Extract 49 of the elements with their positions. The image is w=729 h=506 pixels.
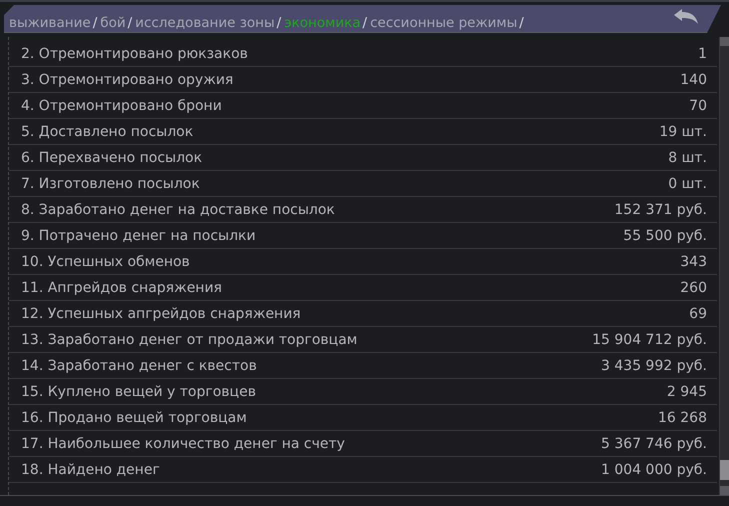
scrollbar[interactable]	[719, 37, 729, 495]
back-arrow-icon[interactable]	[673, 8, 699, 26]
stat-value: 5 367 746 руб.	[601, 436, 707, 452]
stat-value: 1 004 000 руб.	[601, 462, 707, 478]
stat-value: 70	[689, 98, 707, 114]
stat-value: 16 268	[658, 410, 707, 426]
stat-label: 12. Успешных апгрейдов снаряжения	[21, 306, 301, 322]
stat-label: 14. Заработано денег с квестов	[21, 358, 257, 374]
stat-label: 11. Апгрейдов снаряжения	[21, 280, 222, 296]
stat-value: 152 371 руб.	[614, 202, 707, 218]
breadcrumb-link[interactable]: экономика	[284, 15, 361, 31]
stat-label: 16. Продано вещей торговцам	[21, 410, 247, 426]
stat-value: 19 шт.	[659, 124, 707, 140]
scroll-up-icon[interactable]	[720, 37, 729, 46]
stat-label: 17. Наибольшее количество денег на счету	[21, 436, 345, 452]
breadcrumb-link[interactable]: сессионные режимы	[370, 15, 518, 31]
stat-value: 8 шт.	[668, 150, 707, 166]
scroll-down-icon[interactable]	[720, 486, 729, 495]
breadcrumb-separator: /	[519, 15, 524, 31]
stat-label: 18. Найдено денег	[21, 462, 160, 478]
stat-value: 260	[680, 280, 707, 296]
breadcrumb-separator: /	[92, 15, 98, 31]
breadcrumb-link[interactable]: бой	[100, 15, 126, 31]
breadcrumb-separator: /	[128, 15, 132, 31]
stat-label: 10. Успешных обменов	[21, 254, 190, 270]
stat-label: 6. Перехвачено посылок	[21, 150, 202, 166]
stat-label: 8. Заработано денег на доставке посылок	[21, 202, 335, 218]
stat-label: 7. Изготовлено посылок	[21, 176, 200, 192]
breadcrumb-separator: /	[276, 15, 282, 31]
stat-value: 3 435 992 руб.	[601, 358, 707, 374]
stat-value: 140	[680, 72, 707, 88]
scroll-thumb[interactable]	[720, 460, 729, 480]
breadcrumb-link[interactable]: выживание	[9, 15, 91, 31]
stat-label: 3. Отремонтировано оружия	[21, 72, 234, 88]
stat-value: 69	[689, 306, 707, 322]
stat-value: 2 945	[666, 384, 707, 400]
stat-value: 55 500 руб.	[623, 228, 707, 244]
stat-value: 1	[698, 46, 707, 62]
stat-label: 2. Отремонтировано рюкзаков	[21, 46, 248, 62]
breadcrumb-link[interactable]: исследование зоны	[135, 15, 275, 31]
stat-label: 9. Потрачено денег на посылки	[21, 228, 256, 244]
stat-label: 4. Отремонтировано брони	[21, 98, 222, 114]
breadcrumb-separator: /	[362, 15, 368, 31]
stat-label: 5. Доставлено посылок	[21, 124, 194, 140]
stat-label: 13. Заработано денег от продажи торговцам	[21, 332, 358, 348]
stat-label: 15. Куплено вещей у торговцев	[21, 384, 256, 400]
stat-value: 0 шт.	[668, 176, 707, 192]
stat-value: 15 904 712 руб.	[592, 332, 707, 348]
stat-value: 343	[680, 254, 707, 270]
